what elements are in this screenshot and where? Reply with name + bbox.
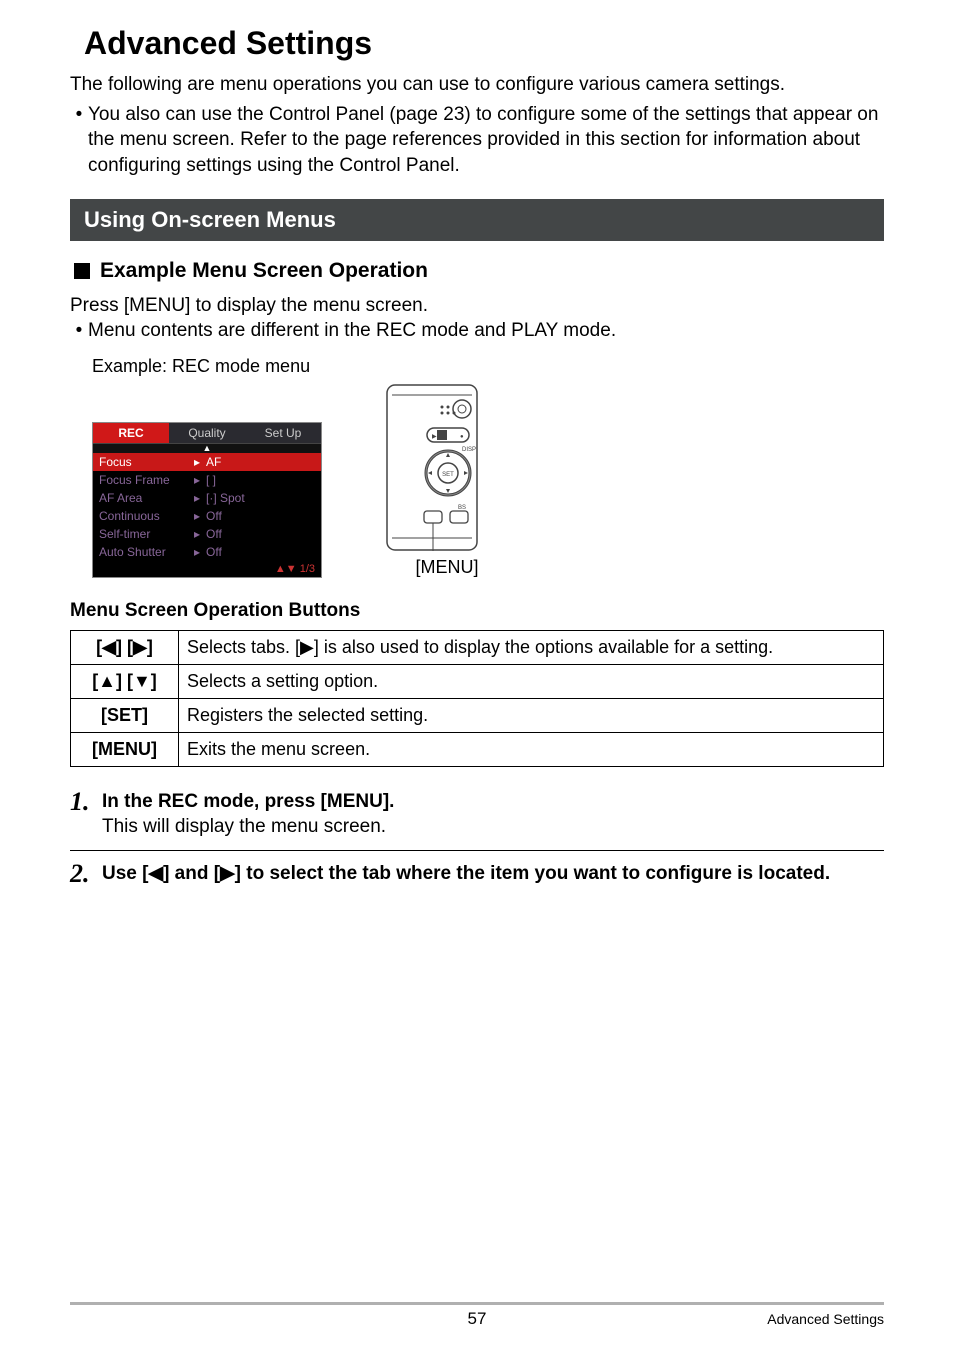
key-menu: [MENU] xyxy=(71,732,179,766)
triangle-right-icon: ▸ xyxy=(194,527,206,541)
menu-tabs: REC Quality Set Up xyxy=(93,423,321,444)
step-1: 1. In the REC mode, press [MENU]. This w… xyxy=(70,789,884,840)
triangle-right-icon: ▸ xyxy=(194,473,206,487)
step-number: 2. xyxy=(70,861,102,887)
key-desc: Exits the menu screen. xyxy=(179,732,884,766)
table-row: [MENU] Exits the menu screen. xyxy=(71,732,884,766)
menu-footer: ▲▼ 1/3 xyxy=(93,561,321,577)
mode-bullet: • Menu contents are different in the REC… xyxy=(70,318,884,344)
bullet-dot-2: • xyxy=(70,318,88,344)
menu-item-self-timer[interactable]: Self-timer ▸ Off xyxy=(93,525,321,543)
step-title: Use [◀] and [▶] to select the tab where … xyxy=(102,861,830,887)
key-left-right: [◀] [▶] xyxy=(71,630,179,664)
subheading: Example Menu Screen Operation xyxy=(70,259,884,283)
triangle-right-icon: ▸ xyxy=(194,455,206,469)
menu-item-label: Focus Frame xyxy=(99,473,194,487)
step-2: 2. Use [◀] and [▶] to select the tab whe… xyxy=(70,861,884,887)
camera-diagram: ▶ ● DISP SET BS [MENU] xyxy=(382,383,512,578)
footer-rule xyxy=(70,1302,884,1305)
key-desc: Selects a setting option. xyxy=(179,664,884,698)
menu-item-value: AF xyxy=(206,455,315,469)
triangle-right-icon: ▸ xyxy=(194,491,206,505)
svg-text:BS: BS xyxy=(458,505,466,511)
intro-text: The following are menu operations you ca… xyxy=(70,72,884,98)
menu-screenshot: REC Quality Set Up ▲ Focus ▸ AF Focus Fr… xyxy=(92,422,322,578)
figure-row: REC Quality Set Up ▲ Focus ▸ AF Focus Fr… xyxy=(92,383,884,578)
table-row: [▲] [▼] Selects a setting option. xyxy=(71,664,884,698)
menu-item-label: Auto Shutter xyxy=(99,545,194,559)
camera-menu-label: [MENU] xyxy=(382,557,512,578)
menu-item-label: Focus xyxy=(99,455,194,469)
menu-item-focus-frame[interactable]: Focus Frame ▸ [ ] xyxy=(93,471,321,489)
press-menu-text: Press [MENU] to display the menu screen. xyxy=(70,293,884,319)
bullet-dot: • xyxy=(70,102,88,179)
menu-item-focus[interactable]: Focus ▸ AF xyxy=(93,453,321,471)
page-footer: 57 Advanced Settings xyxy=(70,1302,884,1327)
operation-table-heading: Menu Screen Operation Buttons xyxy=(70,600,884,622)
svg-text:●: ● xyxy=(460,434,464,440)
step-number: 1. xyxy=(70,789,102,840)
menu-item-value: [ ] xyxy=(206,473,315,487)
intro-bullet-text: You also can use the Control Panel (page… xyxy=(88,102,884,179)
menu-tab-rec[interactable]: REC xyxy=(93,423,169,443)
triangle-right-icon: ▸ xyxy=(194,509,206,523)
menu-item-value: Off xyxy=(206,509,315,523)
step-subtext: This will display the menu screen. xyxy=(102,814,394,840)
step-title: In the REC mode, press [MENU]. xyxy=(102,789,394,815)
square-icon xyxy=(74,263,90,279)
up-arrow-icon: ▲ xyxy=(93,444,321,453)
page-title: Advanced Settings xyxy=(84,25,884,62)
example-label: Example: REC mode menu xyxy=(92,356,884,377)
key-set: [SET] xyxy=(71,698,179,732)
menu-item-value: [·] Spot xyxy=(206,491,315,505)
triangle-right-icon: ▸ xyxy=(194,545,206,559)
svg-text:▶: ▶ xyxy=(432,434,437,440)
menu-item-label: Self-timer xyxy=(99,527,194,541)
menu-tab-quality[interactable]: Quality xyxy=(169,423,245,443)
menu-item-label: AF Area xyxy=(99,491,194,505)
menu-item-value: Off xyxy=(206,527,315,541)
subheading-text: Example Menu Screen Operation xyxy=(100,259,428,283)
intro-bullet: • You also can use the Control Panel (pa… xyxy=(70,102,884,179)
menu-tab-setup[interactable]: Set Up xyxy=(245,423,321,443)
menu-item-auto-shutter[interactable]: Auto Shutter ▸ Off xyxy=(93,543,321,561)
menu-item-continuous[interactable]: Continuous ▸ Off xyxy=(93,507,321,525)
menu-page-indicator: ▲▼ 1/3 xyxy=(275,563,315,575)
page-number: 57 xyxy=(70,1309,884,1329)
mode-bullet-text: Menu contents are different in the REC m… xyxy=(88,318,616,344)
svg-text:SET: SET xyxy=(442,472,454,478)
svg-text:DISP: DISP xyxy=(462,447,476,453)
step-separator xyxy=(70,850,884,851)
menu-item-value: Off xyxy=(206,545,315,559)
camera-back-icon: ▶ ● DISP SET BS xyxy=(382,383,512,553)
section-heading: Using On-screen Menus xyxy=(70,199,884,241)
key-desc: Registers the selected setting. xyxy=(179,698,884,732)
operation-table: [◀] [▶] Selects tabs. [▶] is also used t… xyxy=(70,630,884,767)
table-row: [◀] [▶] Selects tabs. [▶] is also used t… xyxy=(71,630,884,664)
menu-item-af-area[interactable]: AF Area ▸ [·] Spot xyxy=(93,489,321,507)
key-desc: Selects tabs. [▶] is also used to displa… xyxy=(179,630,884,664)
key-up-down: [▲] [▼] xyxy=(71,664,179,698)
table-row: [SET] Registers the selected setting. xyxy=(71,698,884,732)
menu-item-label: Continuous xyxy=(99,509,194,523)
